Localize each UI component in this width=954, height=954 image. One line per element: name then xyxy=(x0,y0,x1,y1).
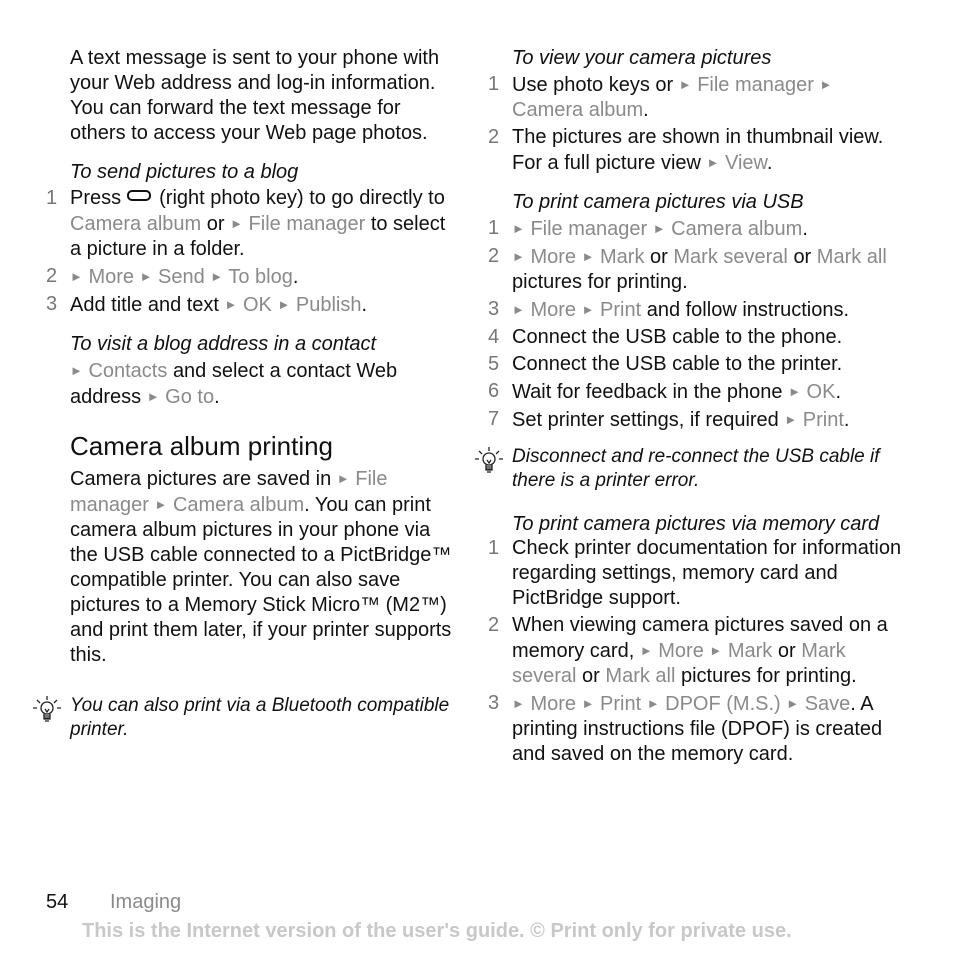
step: 2 The pictures are shown in thumbnail vi… xyxy=(488,126,884,174)
section-paragraph: Camera pictures are saved in ► File mana… xyxy=(70,468,452,666)
arrow-icon: ► xyxy=(706,155,720,170)
arrow-icon: ► xyxy=(646,696,660,711)
view-heading: To view your camera pictures xyxy=(512,47,772,69)
arrow-icon: ► xyxy=(581,249,595,264)
section-title: Camera album printing xyxy=(70,431,334,461)
left-column: A text message is sent to your phone wit… xyxy=(33,46,460,742)
step: 3 Add title and text ► OK ► Publish. xyxy=(46,293,368,316)
arrow-icon: ► xyxy=(512,302,525,317)
step: 3 ► More ► Print ► DPOF (M.S.) ► Save. A… xyxy=(488,692,883,765)
send-blog-heading: To send pictures to a blog xyxy=(70,161,299,183)
lightbulb-icon xyxy=(33,696,61,722)
arrow-icon: ► xyxy=(224,297,238,312)
step: 6 Wait for feedback in the phone ► OK. xyxy=(488,380,842,403)
step: 3 ► More ► Print and follow instructions… xyxy=(488,298,850,321)
arrow-icon: ► xyxy=(786,696,800,711)
arrow-icon: ► xyxy=(581,302,595,317)
section-name: Imaging xyxy=(110,891,182,913)
footer-note: This is the Internet version of the user… xyxy=(82,920,792,942)
memory-heading: To print camera pictures via memory card xyxy=(512,513,880,535)
arrow-icon: ► xyxy=(139,269,153,284)
step: 1 ► File manager ► Camera album. xyxy=(488,217,808,240)
arrow-icon: ► xyxy=(652,221,666,236)
tip-note: Disconnect and re-connect the USB cable … xyxy=(475,445,902,493)
arrow-icon: ► xyxy=(230,216,243,231)
step: 4 Connect the USB cable to the phone. xyxy=(488,326,843,348)
step: 1 Check printer documentation for informa… xyxy=(488,537,902,609)
arrow-icon: ► xyxy=(512,696,525,711)
arrow-icon: ► xyxy=(512,249,525,264)
arrow-icon: ► xyxy=(581,696,595,711)
lightbulb-icon xyxy=(475,447,503,473)
tip-note: You can also print via a Bluetooth compa… xyxy=(33,694,460,742)
arrow-icon: ► xyxy=(154,497,168,512)
intro-paragraph: A text message is sent to your phone wit… xyxy=(70,47,440,144)
step: 5 Connect the USB cable to the printer. xyxy=(488,353,843,375)
arrow-icon: ► xyxy=(336,471,350,486)
arrow-icon: ► xyxy=(512,221,525,236)
visit-blog-text: ► Contacts and select a contact Web addr… xyxy=(70,360,398,408)
arrow-icon: ► xyxy=(70,363,83,378)
step: 2 ► More ► Send ► To blog. xyxy=(46,265,299,288)
step: 1 Press (right photo key) to go directly … xyxy=(46,187,446,260)
arrow-icon: ► xyxy=(277,297,291,312)
arrow-icon: ► xyxy=(709,643,723,658)
arrow-icon: ► xyxy=(788,384,801,399)
arrow-icon: ► xyxy=(639,643,653,658)
step: 2 When viewing camera pictures saved on … xyxy=(488,614,888,687)
arrow-icon: ► xyxy=(819,77,833,92)
usb-heading: To print camera pictures via USB xyxy=(512,191,804,213)
right-column: To view your camera pictures 1 Use photo… xyxy=(475,46,902,769)
arrow-icon: ► xyxy=(70,269,83,284)
arrow-icon: ► xyxy=(678,77,692,92)
photo-key-icon xyxy=(127,190,152,201)
step: 1 Use photo keys or ► File manager ► Cam… xyxy=(488,73,833,121)
step: 2 ► More ► Mark or Mark several or Mark … xyxy=(488,245,887,293)
page-number: 54 xyxy=(46,891,69,913)
visit-blog-heading: To visit a blog address in a contact xyxy=(70,333,377,355)
arrow-icon: ► xyxy=(146,389,160,404)
arrow-icon: ► xyxy=(784,412,798,427)
step: 7 Set printer settings, if required ► Pr… xyxy=(488,408,850,431)
arrow-icon: ► xyxy=(210,269,224,284)
